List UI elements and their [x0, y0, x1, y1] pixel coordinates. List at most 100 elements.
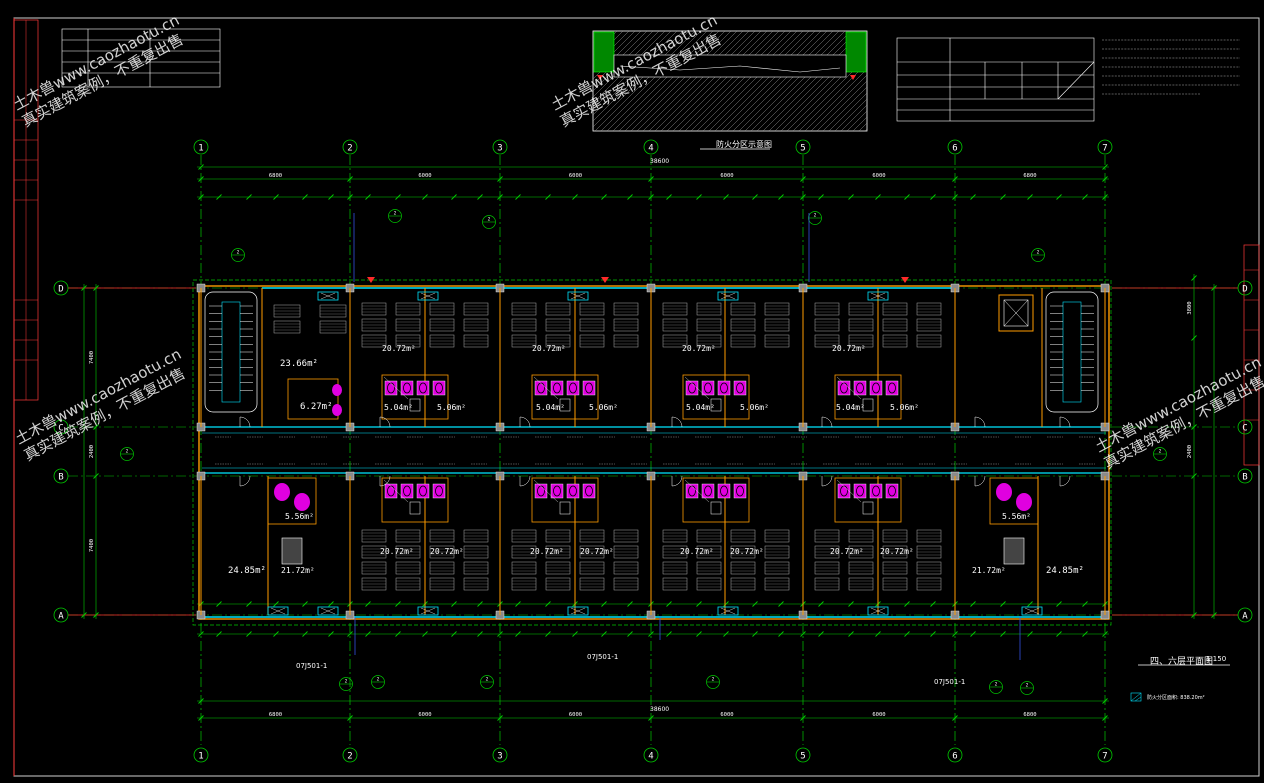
hatch-line	[600, 31, 702, 131]
plan-scale: 1:150	[1206, 655, 1227, 663]
callout-number: 2	[1159, 449, 1162, 455]
dim-text: 6000	[720, 173, 733, 179]
hatch-line	[756, 31, 858, 131]
hatch-line	[593, 31, 600, 38]
area-label: 5.06m²	[437, 403, 466, 412]
total-length-bottom: 38600	[650, 706, 670, 713]
door-swing	[379, 416, 391, 428]
callout-number: 2	[486, 677, 489, 683]
dim-text: 6000	[569, 712, 582, 718]
hatch-line	[871, 31, 971, 131]
toilet-fixture	[332, 384, 342, 396]
total-length-top: 38600	[650, 158, 670, 165]
door-swing	[519, 416, 531, 428]
area-label: 20.72m²	[532, 344, 566, 353]
area-label: 20.72m²	[580, 547, 614, 556]
top-right-table	[896, 37, 1095, 122]
floor-plan-drawing: 11223344556677D DC CB BA A 6800 6000 6000 6000 6…	[13, 17, 1260, 777]
door-swing	[821, 475, 833, 487]
area-label: 21.72m²	[281, 566, 315, 575]
hatch-line	[883, 31, 983, 131]
callout-number: 2	[488, 217, 491, 223]
axis-label: 6	[952, 144, 957, 154]
callout-number: 2	[712, 677, 715, 683]
dim-text: 2400	[89, 445, 95, 458]
dim-text: 7400	[89, 351, 95, 364]
axis-label: A	[1242, 612, 1248, 622]
area-label: 24.85m²	[1046, 566, 1084, 576]
dim-text: 7400	[89, 539, 95, 552]
area-label: 20.72m²	[382, 344, 416, 353]
callout-number: 2	[237, 250, 240, 256]
area-label: 21.72m²	[972, 566, 1006, 575]
toilet-fixture	[1016, 493, 1032, 511]
area-label: 5.04m²	[536, 403, 565, 412]
axis-label: B	[1242, 473, 1247, 483]
dim-text: 6800	[1023, 712, 1036, 718]
fire-zone-title: 防火分区示意图	[716, 140, 772, 149]
hatch-line	[858, 122, 867, 131]
dim-text: 6800	[269, 173, 282, 179]
axis-label: 1	[198, 144, 203, 154]
detail-ref-3: 07J501-1	[934, 678, 966, 686]
door-swing	[974, 416, 986, 428]
hatch-line	[660, 31, 762, 131]
door-swing	[239, 475, 251, 487]
axis-label: 3	[497, 752, 502, 762]
hatch-line	[877, 31, 977, 131]
fire-zone-keyplan	[592, 30, 983, 150]
area-label: 20.72m²	[530, 547, 564, 556]
hatch-line	[593, 31, 594, 32]
door-swing	[1059, 416, 1071, 428]
storage-unit	[281, 537, 303, 565]
dim-text: 6000	[720, 712, 733, 718]
shower	[862, 501, 874, 515]
toilet-fixture	[274, 483, 290, 501]
axis-label: C	[58, 424, 63, 434]
detail-ref-1: 07J501-1	[587, 653, 619, 661]
callout-number: 2	[394, 211, 397, 217]
hatch-line	[593, 31, 606, 44]
hatch-line	[720, 31, 822, 131]
hatch-line	[738, 31, 840, 131]
area-label: 24.85m²	[228, 566, 266, 576]
hatch-line	[606, 31, 708, 131]
axis-label: 6	[952, 752, 957, 762]
room-fixtures	[239, 302, 1071, 591]
hatch-line	[852, 116, 867, 131]
door-swing	[1059, 475, 1071, 487]
axis-label: B	[58, 473, 63, 483]
axis-label: D	[1242, 285, 1247, 295]
shower	[559, 501, 571, 515]
area-label: 20.72m²	[682, 344, 716, 353]
door-swing	[519, 475, 531, 487]
room-labels: 2 2 2 2 2 2 2 2 2 2 2 2 2	[120, 209, 1167, 695]
axis-label: C	[1242, 424, 1247, 434]
dim-text: 6800	[1023, 173, 1036, 179]
axis-label: 4	[648, 752, 653, 762]
hatch-line	[630, 31, 732, 131]
hatch-line	[593, 31, 636, 74]
dim-text: 6000	[418, 712, 431, 718]
axis-label: 7	[1102, 144, 1107, 154]
area-label: 20.72m²	[832, 344, 866, 353]
hatch-line	[672, 31, 774, 131]
hatch-line	[684, 31, 786, 131]
axis-label: 2	[347, 144, 352, 154]
dim-text: 6000	[418, 173, 431, 179]
toilet-fixture	[332, 404, 342, 416]
hatch-line	[714, 31, 816, 131]
legend-text: 防火分区面积: 838.20m²	[1147, 695, 1205, 701]
area-label: 5.04m²	[836, 403, 865, 412]
shower	[409, 501, 421, 515]
callout-number: 2	[1026, 683, 1029, 689]
hatch-line	[666, 31, 768, 131]
area-label: 5.56m²	[1002, 512, 1031, 521]
hatch-line	[786, 50, 867, 131]
hatch-line	[726, 31, 828, 131]
stair-core	[221, 301, 241, 403]
area-label: 5.06m²	[740, 403, 769, 412]
axis-label: 2	[347, 752, 352, 762]
callout-number: 2	[377, 677, 380, 683]
cad-canvas[interactable]: 11223344556677DDCCBBAA 6800 6000 6000 6000 6…	[0, 0, 1264, 779]
